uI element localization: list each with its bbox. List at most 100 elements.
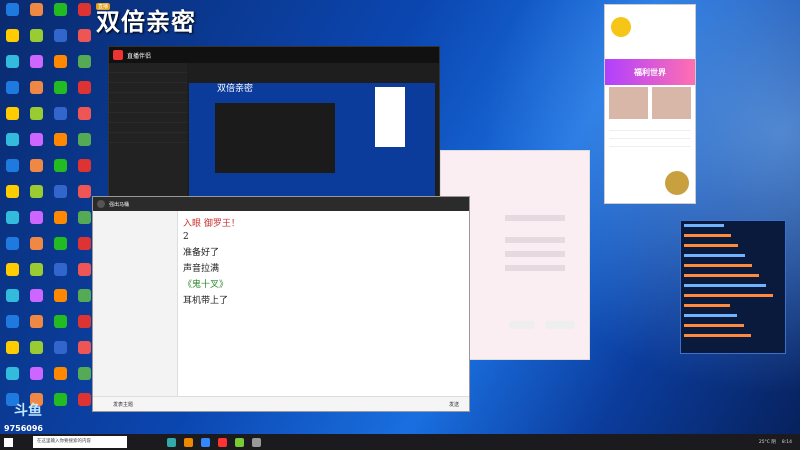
channel-item[interactable]	[93, 315, 177, 323]
channel-item[interactable]	[93, 267, 177, 275]
desktop-shortcut[interactable]	[0, 234, 24, 260]
desktop-shortcut[interactable]	[24, 364, 48, 390]
desktop-shortcut[interactable]	[24, 234, 48, 260]
scene-row[interactable]	[109, 113, 187, 123]
channel-item[interactable]	[93, 243, 177, 251]
clock[interactable]: 8:14	[782, 440, 792, 445]
scene-row[interactable]	[109, 73, 187, 83]
channel-item[interactable]	[93, 307, 177, 315]
desktop-shortcut[interactable]	[72, 0, 96, 26]
chat-bottom-label[interactable]: 发表主题	[113, 401, 133, 408]
desktop-shortcut[interactable]	[24, 260, 48, 286]
pink-panel-button[interactable]	[509, 321, 535, 329]
channel-item[interactable]	[93, 291, 177, 299]
taskbar-app-icon[interactable]	[252, 437, 261, 447]
desktop-shortcut[interactable]	[0, 364, 24, 390]
channel-item[interactable]	[93, 259, 177, 267]
desktop-shortcut[interactable]	[0, 260, 24, 286]
scene-row[interactable]	[109, 93, 187, 103]
channel-item[interactable]	[93, 355, 177, 363]
taskbar-app-icon[interactable]	[167, 437, 176, 447]
taskbar-apps[interactable]	[167, 437, 261, 447]
chat-window[interactable]: 强出马桶 入眼 御罗王！ 2 准备好了 声音拉满 《鬼十叉》 耳机带上了 发表主题 发送	[92, 196, 470, 412]
channel-item[interactable]	[93, 219, 177, 227]
desktop-shortcut[interactable]	[48, 234, 72, 260]
desktop-shortcut[interactable]	[24, 312, 48, 338]
desktop-shortcut[interactable]	[48, 156, 72, 182]
channel-item[interactable]	[93, 211, 177, 219]
desktop-shortcut[interactable]	[48, 130, 72, 156]
desktop-shortcut[interactable]	[0, 208, 24, 234]
desktop-shortcut[interactable]	[48, 182, 72, 208]
desktop-shortcut[interactable]	[0, 130, 24, 156]
channel-item[interactable]	[93, 275, 177, 283]
desktop-shortcut[interactable]	[0, 182, 24, 208]
taskbar-app-icon[interactable]	[218, 437, 227, 447]
start-icon[interactable]	[4, 437, 13, 447]
channel-item[interactable]	[93, 235, 177, 243]
desktop-shortcut[interactable]	[0, 286, 24, 312]
desktop-shortcut[interactable]	[48, 338, 72, 364]
desktop-shortcut[interactable]	[24, 156, 48, 182]
weather[interactable]: 25°C 阴	[759, 439, 776, 445]
desktop-shortcut[interactable]	[0, 0, 24, 26]
chat-channel-list[interactable]	[93, 211, 178, 411]
chat-send-button[interactable]: 发送	[449, 401, 459, 408]
desktop-shortcut[interactable]	[48, 364, 72, 390]
desktop-shortcut[interactable]	[0, 52, 24, 78]
desktop-shortcut[interactable]	[48, 78, 72, 104]
taskbar-app-icon[interactable]	[201, 437, 210, 447]
desktop-shortcut[interactable]	[72, 156, 96, 182]
channel-item[interactable]	[93, 379, 177, 387]
desktop-shortcut[interactable]	[0, 104, 24, 130]
channel-item[interactable]	[93, 331, 177, 339]
desktop-shortcut[interactable]	[0, 338, 24, 364]
desktop-shortcut[interactable]	[0, 312, 24, 338]
desktop-shortcut[interactable]	[24, 286, 48, 312]
chat-titlebar[interactable]: 强出马桶	[93, 197, 469, 211]
desktop-shortcut[interactable]	[24, 26, 48, 52]
taskbar-search[interactable]: 在这里输入你要搜索的内容	[33, 436, 127, 448]
desktop-shortcut[interactable]	[24, 104, 48, 130]
desktop-shortcut[interactable]	[48, 260, 72, 286]
desktop-shortcut[interactable]	[48, 208, 72, 234]
desktop-shortcut[interactable]	[24, 338, 48, 364]
desktop-shortcut[interactable]	[72, 26, 96, 52]
desktop-shortcut[interactable]	[24, 208, 48, 234]
scene-row[interactable]	[109, 103, 187, 113]
channel-item[interactable]	[93, 339, 177, 347]
scene-row[interactable]	[109, 83, 187, 93]
channel-item[interactable]	[93, 227, 177, 235]
channel-item[interactable]	[93, 283, 177, 291]
streaming-app-window[interactable]: 直播伴侣 双倍亲密	[108, 46, 440, 208]
desktop-shortcut[interactable]	[48, 286, 72, 312]
desktop-shortcut[interactable]	[72, 130, 96, 156]
channel-item[interactable]	[93, 371, 177, 379]
desktop-shortcut[interactable]	[72, 104, 96, 130]
desktop-shortcut[interactable]	[72, 52, 96, 78]
desktop-shortcut[interactable]	[72, 78, 96, 104]
desktop-shortcut[interactable]	[24, 52, 48, 78]
desktop-shortcut[interactable]	[0, 78, 24, 104]
channel-item[interactable]	[93, 363, 177, 371]
desktop-shortcut[interactable]	[48, 26, 72, 52]
chat-input-bar[interactable]: 发表主题 发送	[93, 396, 469, 411]
desktop-shortcut[interactable]	[48, 52, 72, 78]
gift-widget-window[interactable]: 福利世界	[604, 4, 696, 204]
desktop-shortcut[interactable]	[0, 156, 24, 182]
channel-item[interactable]	[93, 299, 177, 307]
scene-row[interactable]	[109, 123, 187, 133]
desktop-shortcut[interactable]	[48, 104, 72, 130]
pink-panel-button[interactable]	[545, 321, 575, 329]
scene-row[interactable]	[109, 133, 187, 143]
desktop-shortcut[interactable]	[24, 130, 48, 156]
channel-item[interactable]	[93, 251, 177, 259]
desktop-shortcut[interactable]	[48, 0, 72, 26]
gift-banner[interactable]: 福利世界	[605, 59, 695, 85]
desktop-shortcut[interactable]	[48, 312, 72, 338]
streaming-app-titlebar[interactable]: 直播伴侣	[109, 47, 439, 63]
taskbar-app-icon[interactable]	[235, 437, 244, 447]
system-tray[interactable]: 25°C 阴 8:14	[759, 439, 800, 446]
scene-list-sidebar[interactable]	[109, 63, 187, 207]
desktop-shortcut[interactable]	[24, 78, 48, 104]
